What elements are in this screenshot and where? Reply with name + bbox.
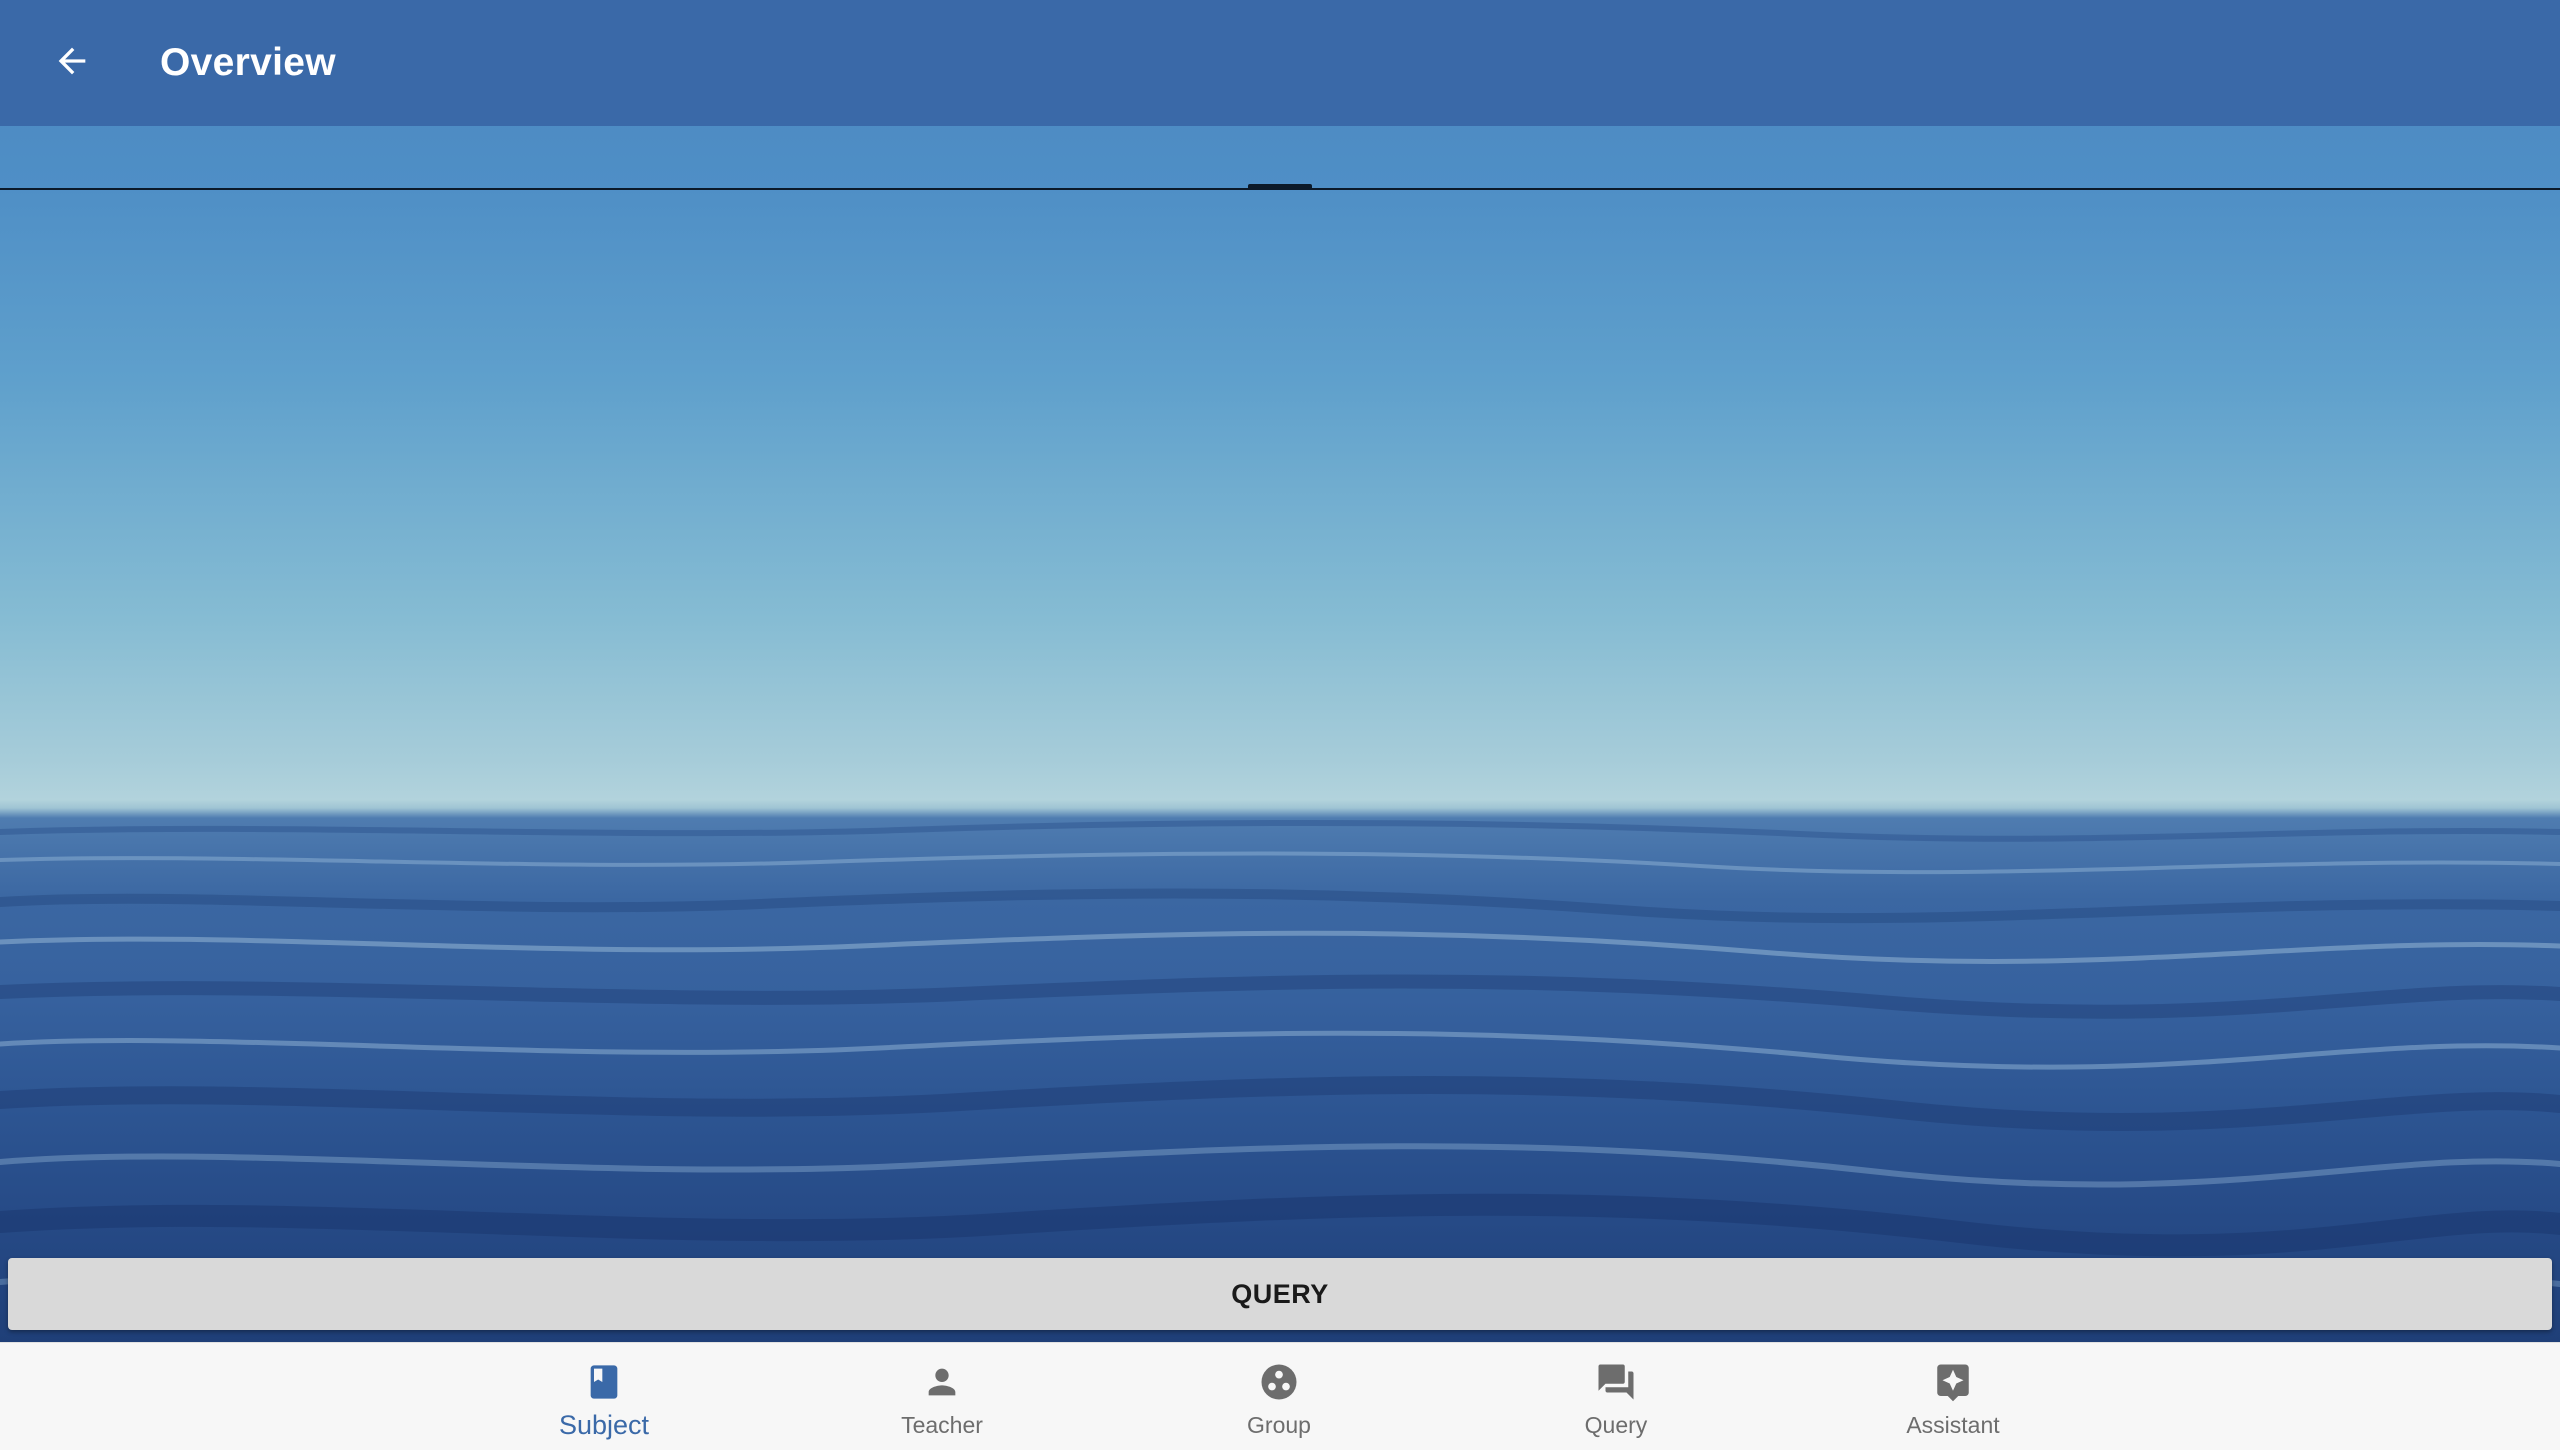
page-title: Overview	[160, 41, 336, 84]
nav-item-subject[interactable]: Subject	[484, 1343, 724, 1450]
page-indicator	[1248, 184, 1312, 190]
nav-item-group[interactable]: Group	[1159, 1343, 1399, 1450]
book-icon	[581, 1359, 627, 1405]
nav-item-teacher[interactable]: Teacher	[822, 1343, 1062, 1450]
app-window: Overview QUERY Subject Teacher Group Que…	[0, 0, 2560, 1450]
nav-label-teacher: Teacher	[901, 1412, 983, 1438]
nav-item-assistant[interactable]: Assistant	[1833, 1343, 2073, 1450]
group-icon	[1256, 1359, 1302, 1405]
bottom-navigation: Subject Teacher Group Query Assistant	[0, 1342, 2560, 1450]
nav-label-group: Group	[1247, 1412, 1311, 1438]
person-icon	[919, 1359, 965, 1405]
nav-item-query[interactable]: Query	[1496, 1343, 1736, 1450]
top-app-bar: Overview	[0, 0, 2560, 126]
assistant-icon	[1930, 1359, 1976, 1405]
arrow-back-icon	[52, 41, 92, 86]
nav-label-subject: Subject	[558, 1410, 650, 1440]
chat-icon	[1593, 1359, 1639, 1405]
back-button[interactable]	[36, 27, 108, 99]
query-button[interactable]: QUERY	[8, 1258, 2552, 1330]
ocean-background-image	[0, 0, 2560, 1342]
nav-label-assistant: Assistant	[1906, 1412, 2000, 1438]
nav-label-query: Query	[1584, 1412, 1648, 1438]
